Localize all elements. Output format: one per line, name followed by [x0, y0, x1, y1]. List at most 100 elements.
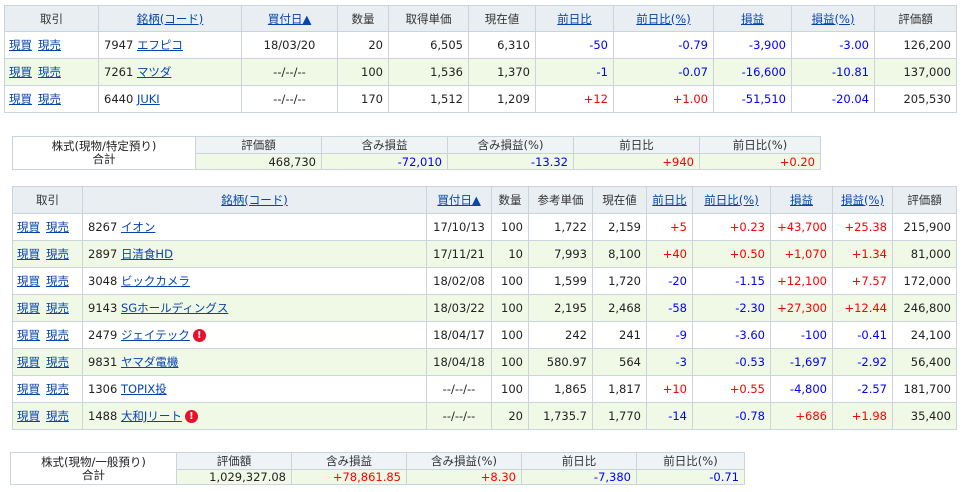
- sell-link[interactable]: 現売: [46, 409, 69, 423]
- sort-date-link[interactable]: 買付日▲: [437, 193, 480, 207]
- sell-link[interactable]: 現売: [38, 65, 61, 79]
- buy-link[interactable]: 現買: [17, 220, 40, 234]
- sell-link[interactable]: 現売: [38, 38, 61, 52]
- col-name[interactable]: 銘柄(コード): [82, 186, 427, 214]
- profit-loss: +43,700: [770, 213, 833, 241]
- sort-name-link[interactable]: 銘柄(コード): [137, 12, 203, 26]
- current-price: 2,468: [592, 294, 647, 322]
- sort-change-link[interactable]: 前日比: [652, 193, 687, 207]
- sell-link[interactable]: 現売: [46, 328, 69, 342]
- buy-link[interactable]: 現買: [17, 355, 40, 369]
- buy-link[interactable]: 現買: [17, 247, 40, 261]
- sell-link[interactable]: 現売: [46, 220, 69, 234]
- summary-general: 株式(現物/一般預り) 合計 評価額 含み損益 含み損益(%) 前日比 前日比(…: [10, 452, 745, 485]
- col-name[interactable]: 銘柄(コード): [98, 5, 242, 32]
- sum-header-value: 評価額: [176, 452, 292, 470]
- trade-cell: 現買 現売: [12, 240, 83, 268]
- stock-name-link[interactable]: 大和Jリート: [121, 409, 182, 423]
- day-change: -20: [646, 267, 693, 295]
- col-pl[interactable]: 損益: [713, 5, 792, 32]
- stock-name-link[interactable]: JUKI: [137, 92, 160, 106]
- unit-price: 6,505: [388, 31, 469, 59]
- sort-change-pct-link[interactable]: 前日比(%): [636, 12, 690, 26]
- stock-cell: 8267 イオン: [82, 213, 427, 241]
- alert-icon[interactable]: !: [184, 410, 198, 423]
- buy-link[interactable]: 現買: [9, 65, 32, 79]
- sum-change-pct: -0.71: [636, 469, 745, 485]
- buy-link[interactable]: 現買: [17, 274, 40, 288]
- stock-name-link[interactable]: 日清食HD: [121, 247, 173, 261]
- col-current: 現在値: [468, 5, 536, 32]
- sort-date-link[interactable]: 買付日▲: [268, 12, 311, 26]
- buy-link[interactable]: 現買: [9, 92, 32, 106]
- sell-link[interactable]: 現売: [46, 274, 69, 288]
- buy-date: 18/02/08: [426, 267, 492, 295]
- col-change[interactable]: 前日比: [646, 186, 693, 214]
- table-row: 現買 現売 1306 TOPIX投 --/--/-- 100 1,865 1,817 +10 +…: [12, 375, 957, 403]
- table-row: 現買 現売 6440 JUKI --/--/-- 170 1,512 1,209 +12 +1.…: [4, 85, 957, 113]
- buy-link[interactable]: 現買: [17, 382, 40, 396]
- stock-name-link[interactable]: エフピコ: [137, 38, 183, 52]
- sort-pl-pct-link[interactable]: 損益(%): [812, 12, 855, 26]
- sort-name-link[interactable]: 銘柄(コード): [221, 193, 287, 207]
- table-row: 現買 現売 7947 エフピコ 18/03/20 20 6,505 6,310 -50 -0.7…: [4, 31, 957, 59]
- col-change[interactable]: 前日比: [535, 5, 614, 32]
- quantity: 100: [491, 213, 529, 241]
- stock-name-link[interactable]: ヤマダ電機: [121, 355, 179, 369]
- unit-price: 1,536: [388, 58, 469, 86]
- table-header-row: 取引 銘柄(コード) 買付日▲ 数量 取得単価 現在値 前日比 前日比(%) 損…: [4, 5, 957, 32]
- stock-name-link[interactable]: イオン: [121, 220, 156, 234]
- buy-link[interactable]: 現買: [17, 301, 40, 315]
- sell-link[interactable]: 現売: [46, 247, 69, 261]
- sort-pl-link[interactable]: 損益: [790, 193, 813, 207]
- current-price: 564: [592, 348, 647, 376]
- trade-cell: 現買 現売: [4, 31, 99, 59]
- sum-change: +940: [573, 153, 700, 170]
- buy-link[interactable]: 現買: [9, 38, 32, 52]
- col-price: 参考単価: [528, 186, 593, 214]
- sum-header-unrealized: 含み損益: [321, 136, 448, 154]
- valuation: 172,000: [892, 267, 957, 295]
- trade-cell: 現買 現売: [12, 267, 83, 295]
- sell-link[interactable]: 現売: [46, 382, 69, 396]
- stock-cell: 2897 日清食HD: [82, 240, 427, 268]
- buy-link[interactable]: 現買: [17, 409, 40, 423]
- stock-name-link[interactable]: SGホールディングス: [121, 301, 228, 315]
- trade-cell: 現買 現売: [4, 85, 99, 113]
- valuation: 181,700: [892, 375, 957, 403]
- sell-link[interactable]: 現売: [46, 355, 69, 369]
- buy-link[interactable]: 現買: [17, 328, 40, 342]
- stock-name-link[interactable]: マツダ: [137, 65, 172, 79]
- stock-name-link[interactable]: TOPIX投: [121, 382, 167, 396]
- sort-change-pct-link[interactable]: 前日比(%): [704, 193, 758, 207]
- col-pl-pct[interactable]: 損益(%): [791, 5, 875, 32]
- col-pl[interactable]: 損益: [770, 186, 833, 214]
- buy-date: 17/10/13: [426, 213, 492, 241]
- alert-icon[interactable]: !: [192, 329, 206, 342]
- sort-pl-pct-link[interactable]: 損益(%): [841, 193, 884, 207]
- col-date[interactable]: 買付日▲: [426, 186, 492, 214]
- day-change-pct: -0.53: [692, 348, 771, 376]
- trade-cell: 現買 現売: [12, 321, 83, 349]
- valuation: 35,400: [892, 402, 957, 430]
- buy-date: --/--/--: [426, 402, 492, 430]
- col-date[interactable]: 買付日▲: [241, 5, 338, 32]
- stock-name-link[interactable]: ビックカメラ: [121, 274, 190, 288]
- col-change-pct[interactable]: 前日比(%): [692, 186, 771, 214]
- buy-date: --/--/--: [241, 85, 338, 113]
- stock-name-link[interactable]: ジェイテック: [121, 328, 190, 342]
- col-change-pct[interactable]: 前日比(%): [613, 5, 714, 32]
- sell-link[interactable]: 現売: [46, 301, 69, 315]
- sort-change-link[interactable]: 前日比: [557, 12, 592, 26]
- profit-loss-pct: -2.57: [832, 375, 893, 403]
- stock-code: 8267: [88, 220, 118, 234]
- table-row: 現買 現売 8267 イオン 17/10/13 100 1,722 2,159 +5 +0.23…: [12, 213, 957, 241]
- stock-code: 9143: [88, 301, 118, 315]
- summary-label: 株式(現物/一般預り) 合計: [10, 452, 177, 485]
- day-change-pct: -3.60: [692, 321, 771, 349]
- table-row: 現買 現売 1488 大和Jリート! --/--/-- 20 1,735.7 1,770 -1…: [12, 402, 957, 430]
- profit-loss: -51,510: [713, 85, 792, 113]
- sell-link[interactable]: 現売: [38, 92, 61, 106]
- sort-pl-link[interactable]: 損益: [741, 12, 764, 26]
- col-pl-pct[interactable]: 損益(%): [832, 186, 893, 214]
